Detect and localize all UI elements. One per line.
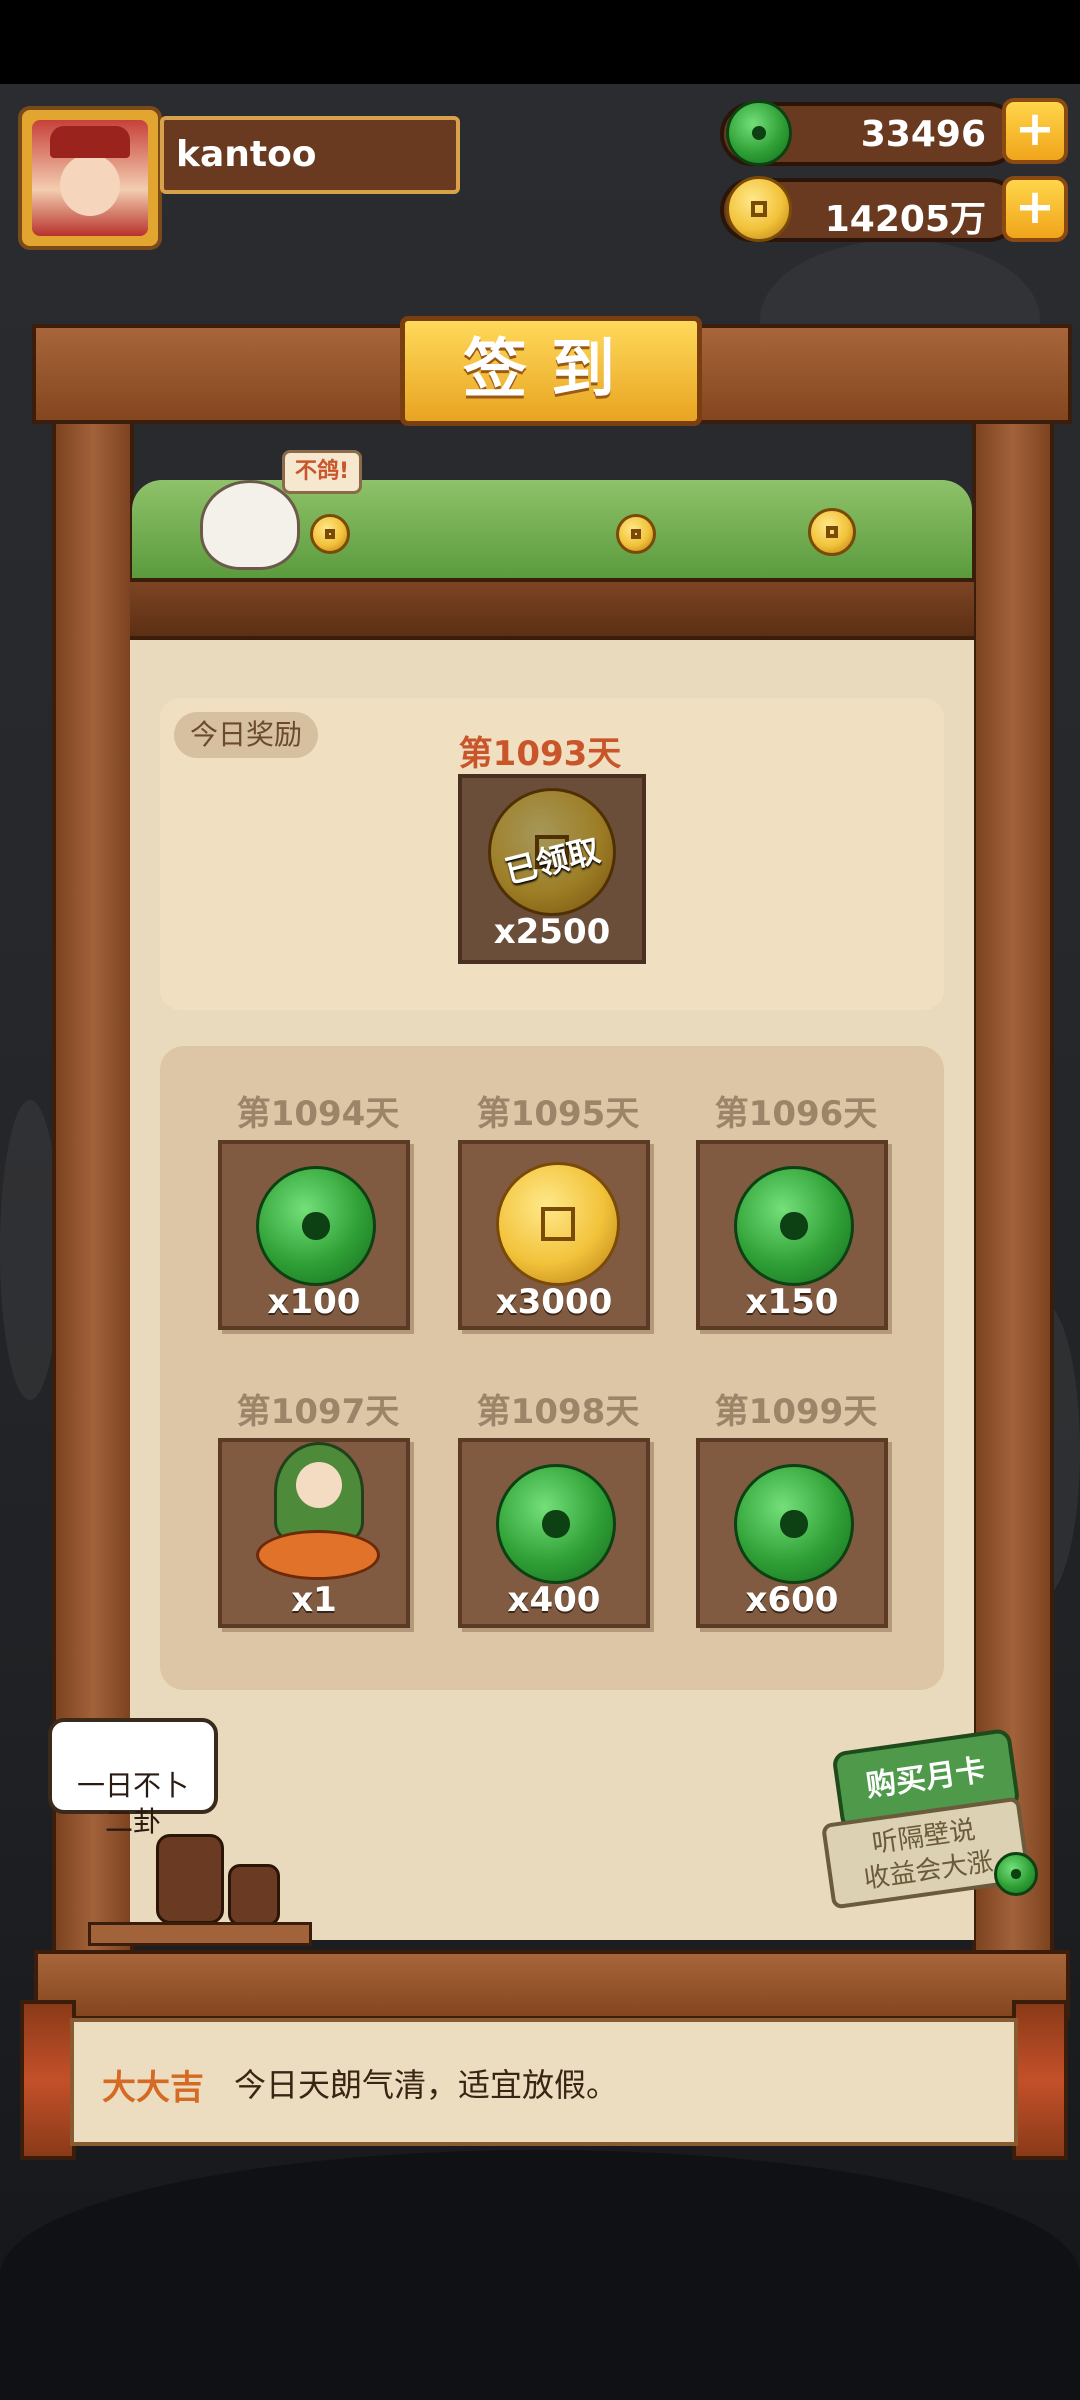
jade-coin-icon xyxy=(256,1166,376,1286)
gold-coin-icon xyxy=(496,1162,620,1286)
fortune-level: 大大吉 xyxy=(102,2068,204,2108)
fortune-text: 今日天朗气清，适宜放假。 xyxy=(234,2066,619,2104)
deity-base xyxy=(256,1530,380,1580)
reward-qty: x600 xyxy=(745,1580,839,1620)
jade-count: 33496 xyxy=(860,114,986,155)
player-name: kantoo xyxy=(176,134,317,175)
gold-flower-icon xyxy=(616,514,656,554)
reward-day-label: 第1097天 xyxy=(236,1392,400,1432)
jade-coin-icon xyxy=(994,1852,1038,1896)
avatar-image xyxy=(32,120,148,236)
scroll-end-right xyxy=(1012,2000,1068,2160)
reward-card[interactable]: x600 xyxy=(696,1438,888,1628)
scroll-end-left xyxy=(20,2000,76,2160)
today-reward-card: 已领取 x2500 xyxy=(458,774,646,964)
fortune-speech-bubble: 一日不卜 二卦 xyxy=(48,1718,218,1838)
gold-flower-icon xyxy=(310,514,350,554)
status-bar xyxy=(0,0,1080,84)
bottom-beam xyxy=(34,1950,1070,2020)
bird-speech-bubble: 不鸽! xyxy=(282,450,362,494)
jade-coin-icon xyxy=(734,1166,854,1286)
reward-card[interactable]: x1 xyxy=(218,1438,410,1628)
background-hill xyxy=(0,2150,1080,2400)
reward-card[interactable]: x400 xyxy=(458,1438,650,1628)
jade-coin-icon xyxy=(734,1464,854,1584)
reward-card[interactable]: x150 xyxy=(696,1140,888,1330)
reward-qty: x3000 xyxy=(495,1282,613,1322)
reward-day-label: 第1096天 xyxy=(714,1094,878,1134)
avatar-hat xyxy=(50,126,130,158)
reward-qty: x400 xyxy=(507,1580,601,1620)
deity-face xyxy=(296,1462,342,1508)
reward-day-label: 第1094天 xyxy=(236,1094,400,1134)
jar-decoration xyxy=(156,1834,224,1924)
reward-qty: x150 xyxy=(745,1282,839,1322)
reward-day-label: 第1099天 xyxy=(714,1392,878,1432)
lintel-beam xyxy=(130,578,974,640)
reward-day-label: 第1095天 xyxy=(476,1094,640,1134)
daily-fortune-bar: 大大吉 今日天朗气清，适宜放假。 xyxy=(70,2018,1018,2146)
player-avatar[interactable] xyxy=(18,106,162,250)
fortune-deity-icon xyxy=(252,1442,384,1592)
reward-card[interactable]: x100 xyxy=(218,1140,410,1330)
gold-flower-icon xyxy=(808,508,856,556)
reward-day-label: 第1098天 xyxy=(476,1392,640,1432)
avatar-face xyxy=(60,154,120,216)
bird-speech-text: 不鸽! xyxy=(294,459,350,484)
reward-qty: x100 xyxy=(267,1282,361,1322)
jade-coin-icon xyxy=(726,100,792,166)
page-title: 签到 xyxy=(400,316,702,426)
buy-month-card-button[interactable]: 购买月卡 听隔壁说 收益会大涨 xyxy=(820,1727,1038,1920)
reward-card[interactable]: x3000 xyxy=(458,1140,650,1330)
jar-decoration xyxy=(228,1864,280,1926)
shelf xyxy=(88,1922,312,1946)
today-day-label: 第1093天 xyxy=(458,734,622,774)
reward-qty: x1 xyxy=(291,1580,337,1620)
player-name-plate: kantoo xyxy=(160,116,460,194)
bird-mascot-icon xyxy=(200,480,300,570)
add-jade-button[interactable]: + xyxy=(1002,98,1068,164)
add-gold-button[interactable]: + xyxy=(1002,176,1068,242)
gold-coin-icon xyxy=(726,176,792,242)
jade-coin-icon xyxy=(496,1464,616,1584)
gold-count: 14205万 xyxy=(824,199,986,240)
right-post xyxy=(972,420,1054,1960)
today-reward-qty: x2500 xyxy=(493,912,611,952)
background-decoration xyxy=(0,1100,60,1400)
